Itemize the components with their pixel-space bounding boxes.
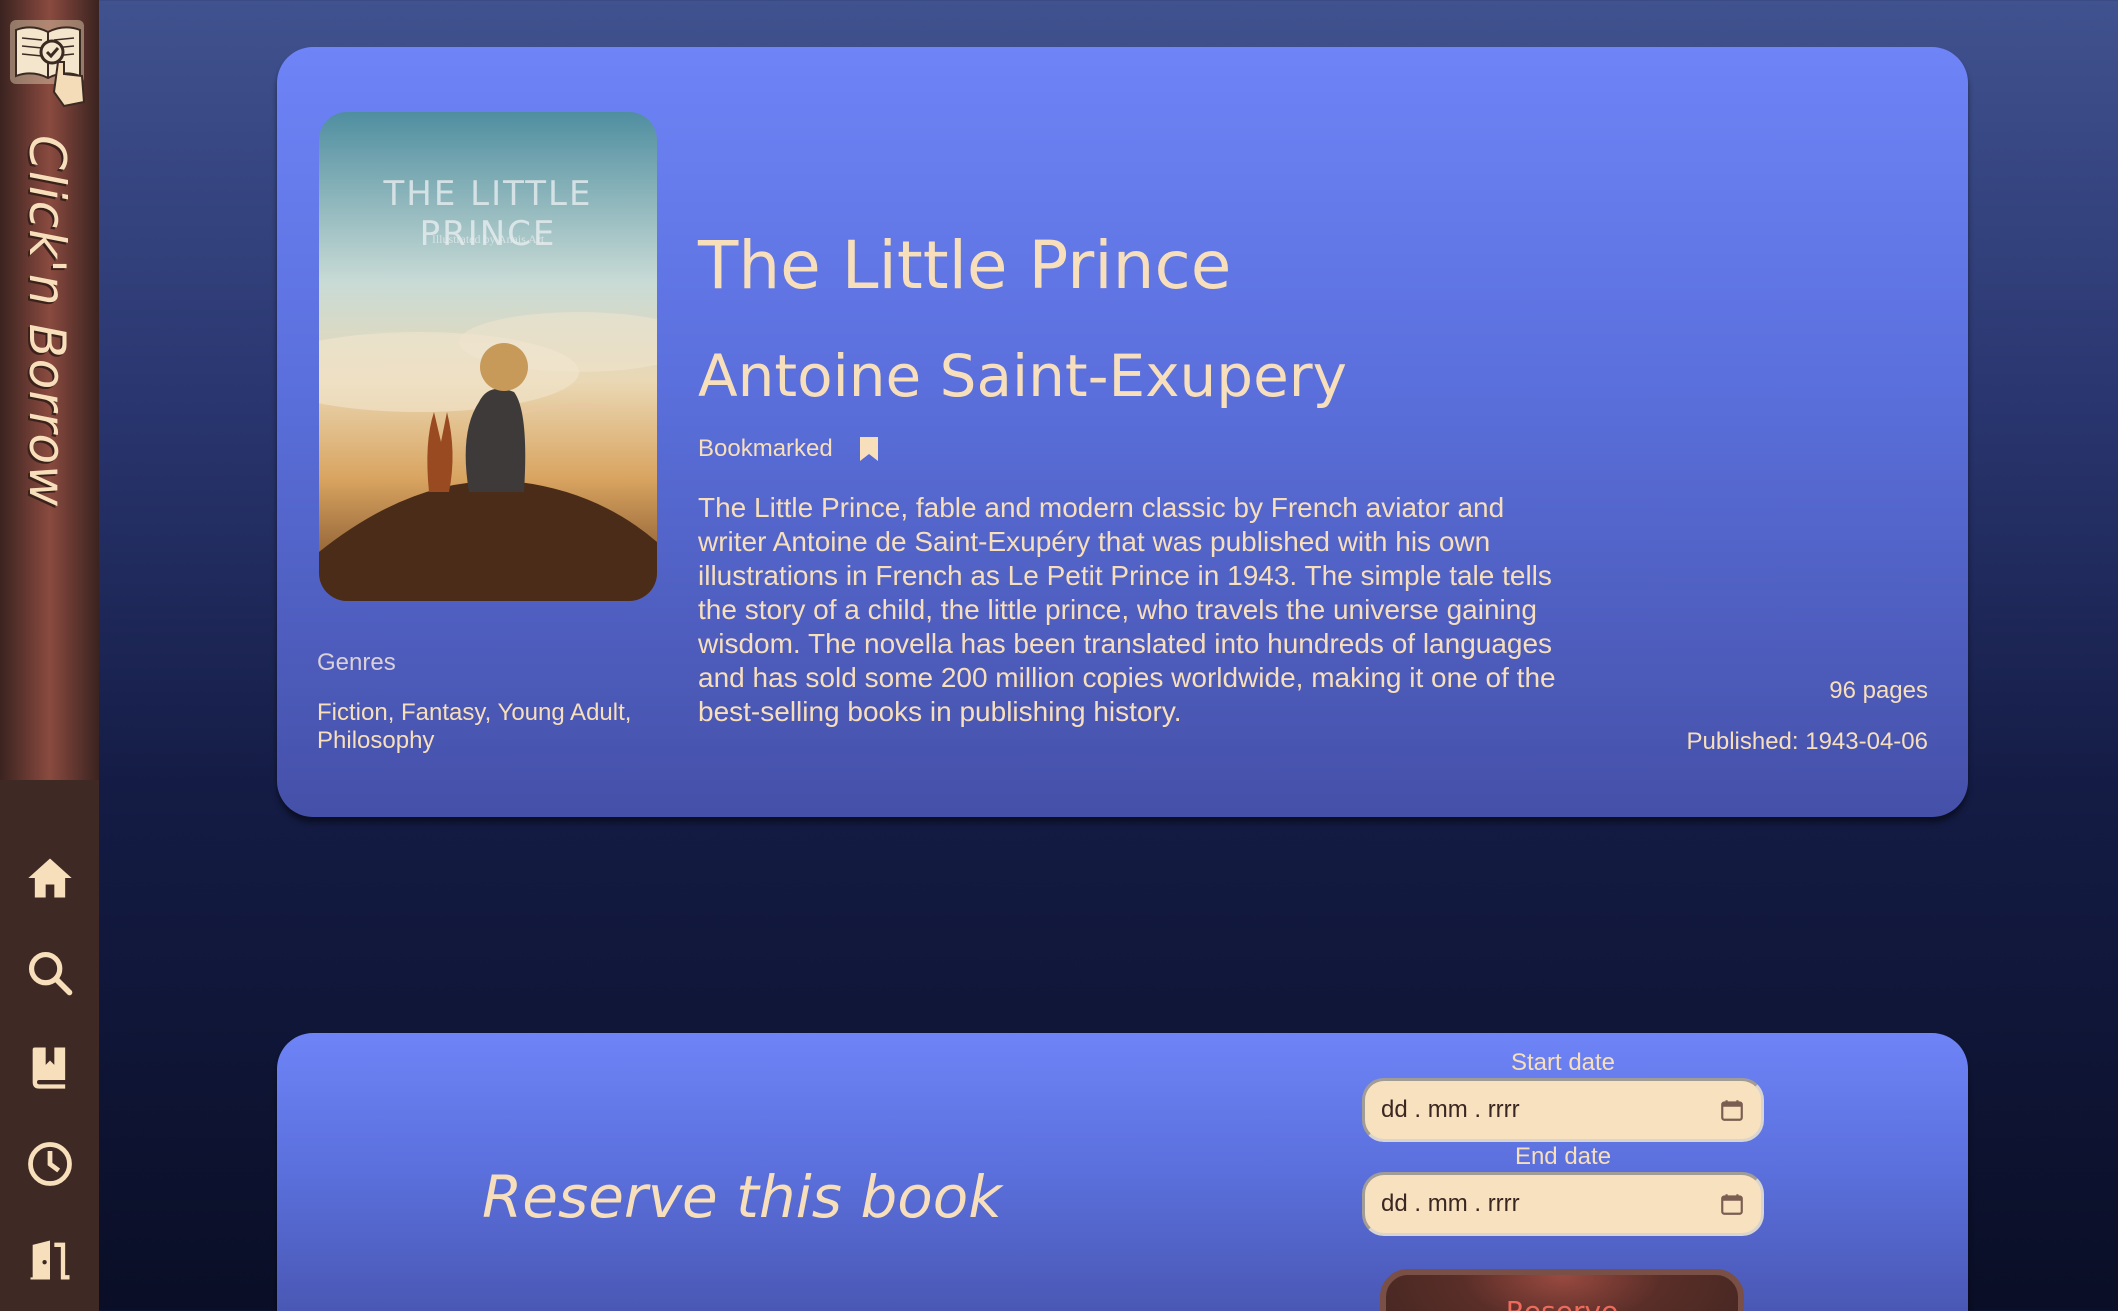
book-title: The Little Prince: [698, 227, 1232, 304]
search-icon[interactable]: [24, 947, 76, 999]
logout-door-icon[interactable]: [24, 1234, 76, 1286]
history-clock-icon[interactable]: [24, 1138, 76, 1190]
genres-label: Genres: [317, 649, 396, 676]
reserve-heading: Reserve this book: [482, 1163, 1002, 1231]
book-details-card: THE LITTLE PRINCE Illustrated by Anais A…: [277, 47, 1968, 817]
end-date-input[interactable]: dd . mm . rrrr: [1362, 1172, 1764, 1236]
calendar-icon[interactable]: [1719, 1097, 1745, 1123]
end-date-label: End date: [1514, 1143, 1612, 1170]
bookmark-toggle[interactable]: Bookmarked: [698, 435, 879, 463]
end-date-placeholder: dd . mm . rrrr: [1381, 1190, 1520, 1217]
calendar-icon[interactable]: [1719, 1191, 1745, 1217]
start-date-input[interactable]: dd . mm . rrrr: [1362, 1078, 1764, 1142]
book-description: The Little Prince, fable and modern clas…: [698, 492, 1556, 727]
bookmark-icon[interactable]: [859, 436, 879, 462]
book-author: Antoine Saint-Exupery: [698, 342, 1347, 410]
bookmark-book-icon[interactable]: [24, 1041, 76, 1093]
start-date-label: Start date: [1510, 1049, 1616, 1076]
bookmark-status: Bookmarked: [698, 435, 833, 462]
book-cover-image: THE LITTLE PRINCE Illustrated by Anais A…: [319, 112, 657, 601]
sidebar: Click'n Borrow: [0, 0, 99, 1311]
app-logo-icon[interactable]: [6, 6, 92, 114]
reserve-button[interactable]: Reserve: [1380, 1269, 1744, 1311]
home-icon[interactable]: [24, 852, 76, 904]
app-brand-name: Click'n Borrow: [18, 135, 76, 507]
cover-subtitle: Illustrated by Anais Art: [431, 232, 545, 246]
page-count: 96 pages: [1829, 677, 1928, 704]
reserve-card: Reserve this book Start date dd . mm . r…: [277, 1033, 1968, 1311]
genres-list: Fiction, Fantasy, Young Adult, Philosoph…: [317, 699, 632, 754]
start-date-placeholder: dd . mm . rrrr: [1381, 1096, 1520, 1123]
published-date: Published: 1943-04-06: [1686, 728, 1928, 755]
